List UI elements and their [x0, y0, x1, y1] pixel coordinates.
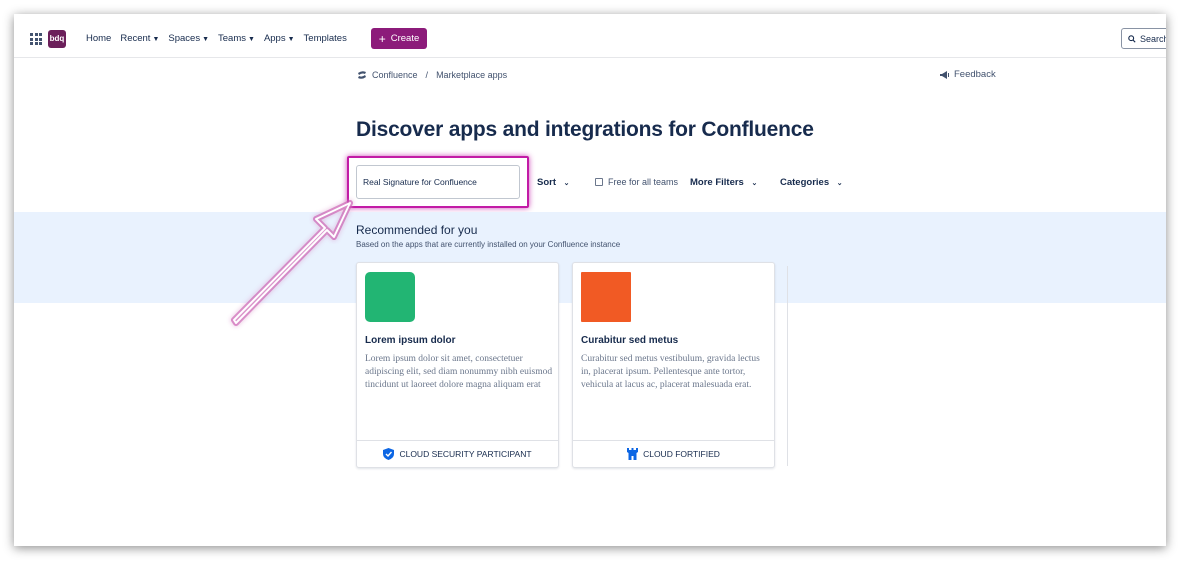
checkbox-box[interactable]	[595, 178, 603, 186]
create-button[interactable]: + Create	[371, 28, 427, 49]
plus-icon: +	[378, 31, 386, 46]
nav-recent[interactable]: Recent ▼	[120, 33, 159, 44]
nav-items: Home Recent ▼ Spaces ▼ Teams ▼ Apps ▼ Templa…	[86, 33, 347, 44]
app-card-title: Curabitur sed metus	[581, 335, 679, 346]
chevron-down-icon: ▼	[202, 36, 210, 43]
nav-teams-label: Teams	[218, 33, 246, 44]
site-logo[interactable]: bdq	[48, 30, 66, 48]
nav-apps[interactable]: Apps ▼	[264, 33, 295, 44]
free-label: Free for all teams	[608, 177, 679, 187]
categories-dropdown[interactable]: Categories ⌄	[780, 177, 843, 188]
nav-templates-label: Templates	[303, 33, 347, 44]
breadcrumb: Confluence / Marketplace apps	[357, 70, 507, 80]
top-navigation: bdq Home Recent ▼ Spaces ▼ Teams ▼ Apps ▼ Te…	[14, 14, 1166, 58]
app-card-description: Lorem ipsum dolor sit amet, consectetuer…	[365, 354, 553, 390]
nav-spaces[interactable]: Spaces ▼	[168, 33, 209, 44]
shield-check-icon	[383, 448, 395, 460]
sort-label: Sort	[537, 177, 556, 188]
badge-label: CLOUD SECURITY PARTICIPANT	[399, 449, 532, 459]
nav-home-label: Home	[86, 33, 112, 44]
app-card-badge: CLOUD SECURITY PARTICIPANT	[357, 440, 558, 467]
chevron-down-icon: ⌄	[751, 180, 758, 187]
nav-apps-label: Apps	[263, 33, 286, 44]
app-logo	[365, 272, 415, 322]
castle-icon	[627, 448, 639, 460]
nav-templates[interactable]: Templates	[304, 33, 347, 44]
highlight-box	[347, 156, 529, 208]
search-icon	[1128, 34, 1136, 43]
chevron-down-icon: ⌄	[836, 180, 843, 187]
nav-teams[interactable]: Teams ▼	[218, 33, 255, 44]
app-card-title: Lorem ipsum dolor	[365, 335, 456, 346]
search-placeholder: Search	[1140, 33, 1166, 44]
badge-label: CLOUD FORTIFIED	[643, 449, 720, 459]
nav-home[interactable]: Home	[86, 33, 111, 44]
chevron-down-icon: ▼	[287, 36, 295, 43]
chevron-down-icon: ▼	[248, 36, 255, 43]
feedback-label: Feedback	[954, 69, 996, 80]
free-for-all-teams-checkbox[interactable]: Free for all teams	[595, 177, 678, 187]
sort-dropdown[interactable]: Sort ⌄	[537, 177, 570, 188]
categories-label: Categories	[780, 177, 830, 188]
chevron-down-icon: ⌄	[563, 180, 570, 187]
megaphone-icon	[940, 70, 949, 79]
app-card-description: Curabitur sed metus vestibulum, gravida …	[581, 354, 760, 390]
chevron-down-icon: ▼	[152, 36, 160, 43]
recommended-title: Recommended for you	[356, 223, 478, 237]
breadcrumb-marketplace-apps[interactable]: Marketplace apps	[436, 70, 507, 80]
recommended-subtitle: Based on the apps that are currently ins…	[356, 240, 621, 249]
nav-spaces-label: Spaces	[168, 33, 201, 44]
breadcrumb-separator: /	[425, 70, 429, 80]
divider	[787, 266, 788, 466]
create-label: Create	[390, 33, 420, 44]
app-card[interactable]: Lorem ipsum dolor Lorem ipsum dolor sit …	[356, 262, 559, 468]
more-filters-dropdown[interactable]: More Filters ⌄	[690, 177, 757, 188]
app-logo	[581, 272, 631, 322]
more-filters-label: More Filters	[690, 177, 744, 188]
breadcrumb-confluence[interactable]: Confluence	[372, 70, 418, 80]
app-card[interactable]: Curabitur sed metus Curabitur sed metus …	[572, 262, 775, 468]
search-input[interactable]: Search	[1121, 28, 1166, 49]
page-title: Discover apps and integrations for Confl…	[356, 118, 814, 141]
app-switcher-icon[interactable]	[30, 33, 42, 45]
app-card-badge: CLOUD FORTIFIED	[573, 440, 774, 467]
feedback-button[interactable]: Feedback	[940, 69, 996, 80]
confluence-logo-icon	[358, 71, 366, 79]
nav-recent-label: Recent	[120, 33, 151, 44]
app-window: bdq Home Recent ▼ Spaces ▼ Teams ▼ Apps ▼ Te…	[14, 14, 1166, 546]
